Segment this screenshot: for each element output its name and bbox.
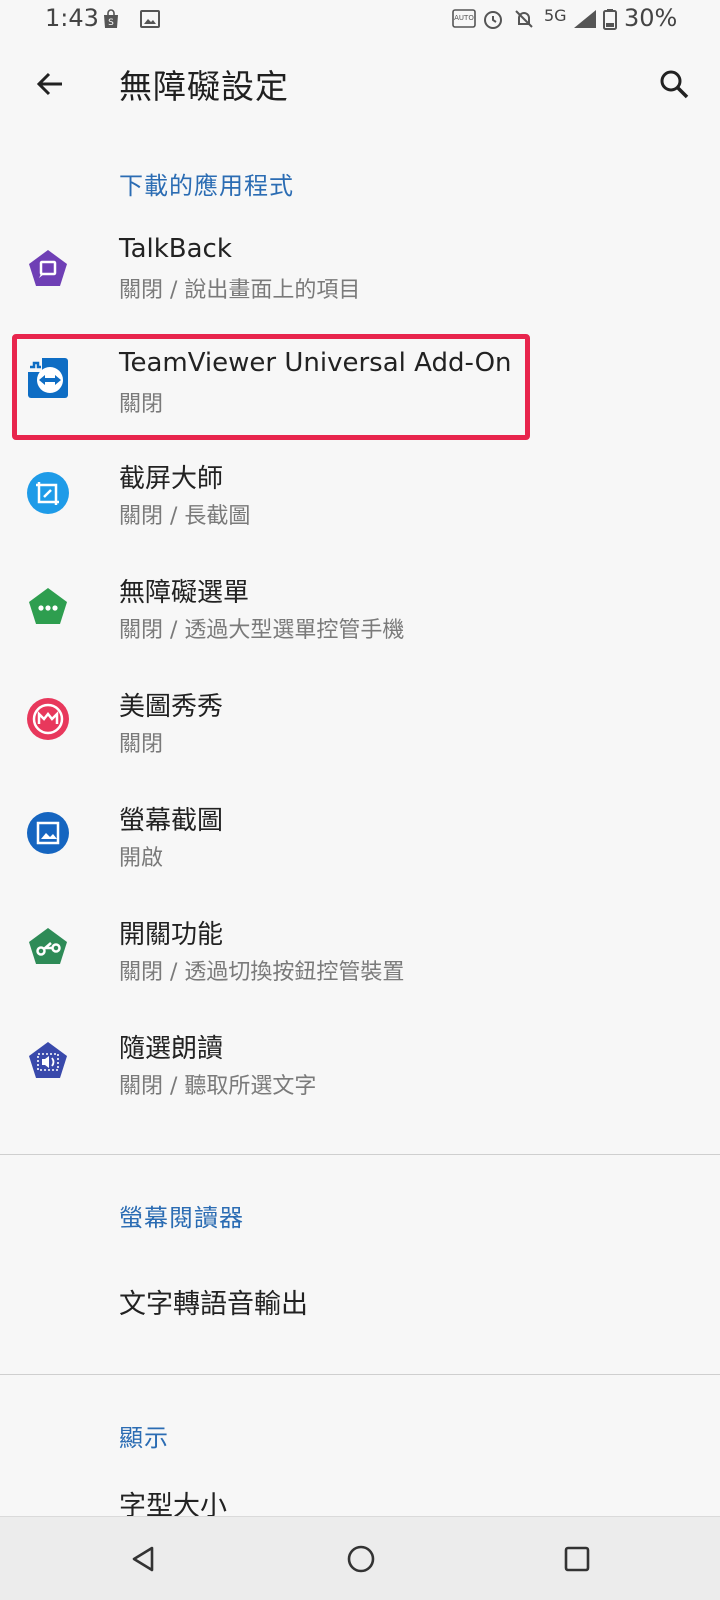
switch-access-icon — [29, 928, 67, 964]
screenshot-master-icon — [27, 472, 69, 514]
svg-text:S: S — [108, 18, 114, 28]
notifications-off-icon — [515, 10, 533, 28]
section-divider — [0, 1374, 720, 1375]
list-item-screen-capture[interactable]: 螢幕截圖 開啟 — [0, 786, 720, 898]
list-item-switch-access[interactable]: 開關功能 關閉 / 透過切換按鈕控管裝置 — [0, 900, 720, 1012]
nav-back-button[interactable] — [121, 1537, 165, 1581]
screen-capture-icon — [27, 812, 69, 854]
select-to-speak-icon — [29, 1042, 67, 1078]
nav-back-icon — [132, 1546, 154, 1572]
status-bar: 1:43 S AUTO 5G 30% — [0, 0, 720, 40]
item-title: 無障礙選單 — [119, 578, 250, 608]
item-summary: 關閉 — [119, 732, 164, 757]
search-icon — [660, 70, 689, 99]
network-type: 5G — [544, 6, 567, 25]
image-icon — [140, 10, 160, 28]
item-title: 螢幕截圖 — [119, 806, 224, 836]
item-title: 隨選朗讀 — [119, 1034, 224, 1064]
section-divider — [0, 1154, 720, 1155]
page-title: 無障礙設定 — [119, 67, 289, 106]
item-title: 美圖秀秀 — [119, 692, 224, 722]
talkback-icon — [29, 250, 67, 286]
section-header-downloaded-apps: 下載的應用程式 — [119, 172, 294, 200]
search-button[interactable] — [652, 62, 696, 106]
nav-home-icon — [347, 1545, 375, 1573]
section-header-display: 顯示 — [119, 1424, 169, 1452]
highlight-box — [12, 334, 530, 440]
list-item-meitu[interactable]: 美圖秀秀 關閉 — [0, 672, 720, 784]
item-title: 截屏大師 — [119, 464, 224, 494]
auto-hz-icon: AUTO — [452, 9, 476, 28]
battery-percent: 30% — [624, 4, 678, 32]
list-item-tts-output[interactable]: 文字轉語音輸出 — [119, 1282, 308, 1321]
list-item-talkback[interactable]: TalkBack 關閉 / 說出畫面上的項目 — [0, 216, 720, 328]
item-summary: 關閉 / 透過大型選單控管手機 — [119, 618, 405, 643]
nav-home-button[interactable] — [339, 1537, 383, 1581]
item-title: TalkBack — [119, 234, 232, 264]
item-summary: 關閉 / 長截圖 — [119, 504, 251, 529]
signal-icon — [574, 10, 596, 28]
item-summary: 關閉 / 說出畫面上的項目 — [119, 278, 361, 303]
navigation-bar — [0, 1516, 720, 1600]
battery-icon — [603, 9, 617, 30]
item-summary: 開啟 — [119, 846, 164, 871]
list-item-accessibility-menu[interactable]: 無障礙選單 關閉 / 透過大型選單控管手機 — [0, 558, 720, 670]
store-icon: S — [104, 9, 118, 28]
arrow-back-icon — [36, 72, 62, 96]
meitu-icon — [27, 698, 69, 740]
item-summary: 關閉 / 聽取所選文字 — [119, 1074, 317, 1099]
svg-text:AUTO: AUTO — [454, 14, 474, 22]
section-header-screen-readers: 螢幕閱讀器 — [119, 1204, 244, 1232]
nav-recents-icon — [564, 1546, 590, 1572]
status-time: 1:43 — [45, 4, 99, 32]
nav-recents-button[interactable] — [555, 1537, 599, 1581]
item-title: 開關功能 — [119, 920, 224, 950]
item-summary: 關閉 / 透過切換按鈕控管裝置 — [119, 960, 405, 985]
back-button[interactable] — [28, 62, 72, 106]
alarm-icon — [484, 11, 502, 29]
list-item-select-to-speak[interactable]: 隨選朗讀 關閉 / 聽取所選文字 — [0, 1014, 720, 1126]
accessibility-menu-icon — [29, 588, 67, 624]
list-item-screenshot-master[interactable]: 截屏大師 關閉 / 長截圖 — [0, 444, 720, 556]
